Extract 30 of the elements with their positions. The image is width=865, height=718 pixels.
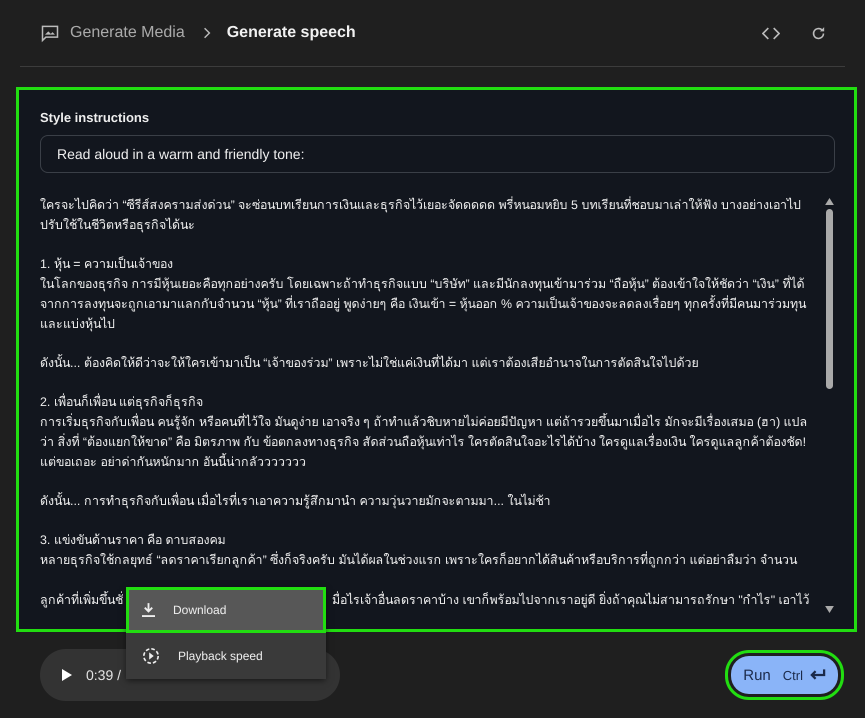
- refresh-icon[interactable]: [810, 24, 827, 42]
- field-label: Style instructions: [40, 110, 150, 125]
- script-text: ดังนั้น... ต้องคิดให้ดีว่าจะให้ใครเข้ามาเป็น “เจ้าของร่วม” เพราะไม่ใช่แค่เงินที่ได้มา แต่เราต้องเสียอำนาจในการตัดสินใจไปด้วย: [40, 353, 700, 372]
- play-icon[interactable]: [62, 669, 72, 681]
- script-text: 3. แข่งขันด้านราคา คือ ดาบสองคม: [40, 532, 227, 549]
- script-text: 1. หุ้น = ความเป็นเจ้าของ: [40, 255, 174, 274]
- menu-item[interactable]: Playback speed: [126, 633, 326, 679]
- scroll-down-icon[interactable]: [824, 606, 834, 613]
- code-icon[interactable]: [762, 26, 780, 40]
- scrollbar-thumb[interactable]: [826, 209, 832, 389]
- download-icon: [142, 602, 155, 618]
- script-text: ใครจะไปคิดว่า “ซีรีส์สงครามส่งด่วน” จะซ่อนบทเรียนการเงินและธุรกิจไว้เยอะจัดดดดด พรี่หนอมหยิบ 5 บทเรียนที่ชอบมาเล่าให้ฟัง บางอย่างเอาไปปรับใช้ในชีวิตหรือธุรกิจได้นะ: [40, 195, 802, 234]
- script-text: ในโลกของธุรกิจ การมีหุ้นเยอะคือทุกอย่างครับ โดยเฉพาะถ้าทำธุรกิจแบบ “บริษัท” และมีนักลงทุนเข้ามาร่วม “ถือหุ้น” ต้องเข้าใจให้ชัดว่า “เงิน” ที่ได้จากการลงทุนจะถูกเอามาแลกกับจำนวน “หุ้น” ที่เราถืออยู่ พูดง่ายๆ คือ เงินเข้า = หุ้นออก % ความเป็นเจ้าของจะลดลงเรื่อยๆ ทุกครั้งที่มีคนมาร่วมทุนและแบ่งหุ้นไป: [40, 274, 808, 334]
- playback-time: 0:39 /: [86, 667, 122, 683]
- run-button[interactable]: Run Ctrl: [731, 656, 838, 694]
- page-title: Generate speech: [226, 24, 356, 42]
- script-text: ลูกค้าที่เพิ่มขึ้นชั่: [40, 590, 124, 610]
- script-text: มื่อไรเจ้าอื่นลดราคาบ้าง เขาก็พร้อมไปจากเราอยู่ดี ยิ่งถ้าคุณไม่สามารถรักษา "กำไร" เอาไว้: [332, 590, 810, 610]
- script-text: หลายธุรกิจใช้กลยุทธ์ “ลดราคาเรียกลูกค้า” ซึ่งก็จริงครับ มันได้ผลในช่วงแรก เพราะใครก็อยากได้สินค้าหรือบริการที่ถูกกว่า แต่อย่าลืมว่า จำนวน: [40, 550, 798, 570]
- enter-key-icon: [809, 669, 826, 681]
- style-input[interactable]: Read aloud in a warm and friendly tone:: [40, 135, 835, 173]
- breadcrumb-link[interactable]: Generate Media: [70, 24, 185, 42]
- script-text: ดังนั้น... การทำธุรกิจกับเพื่อน เมื่อไรที่เราเอาความรู้สึกมานำ ความวุ่นวายมักจะตามมา... ในไม่ช้า: [40, 491, 552, 510]
- playback-speed-icon: [142, 647, 160, 665]
- script-text: 2. เพื่อนก็เพื่อน แต่ธุรกิจก็ธุรกิจ: [40, 392, 204, 412]
- script-text: การเริ่มธุรกิจกับเพื่อน คนรู้จัก หรือคนที่ไว้ใจ มันดูง่าย เอาจริง ๆ ถ้าทำแล้วชิบหายไม่ค่อยมีปัญหา แต่ถ้ารวยขึ้นมาเมื่อไร มักจะมีเรื่องเสมอ (ฮา) แปลว่า สิ่งที่ “ต้องแยกให้ขาด” คือ มิตรภาพ กับ ข้อตกลงทางธุรกิจ สัดส่วนถือหุ้นเท่าไร ใครตัดสินใจอะไรได้บ้าง ใครดูแลเรื่องเงิน ใครดูแลลูกค้าต้องชัด! แต่ขอเถอะ อย่าด่ากันหนักมาก อันนี้น่ากลัววววววว: [40, 412, 809, 471]
- menu-item[interactable]: Download: [126, 587, 326, 633]
- chevron-right-icon: [202, 27, 211, 39]
- scroll-up-icon[interactable]: [824, 198, 834, 205]
- image-chat-icon: [40, 23, 60, 43]
